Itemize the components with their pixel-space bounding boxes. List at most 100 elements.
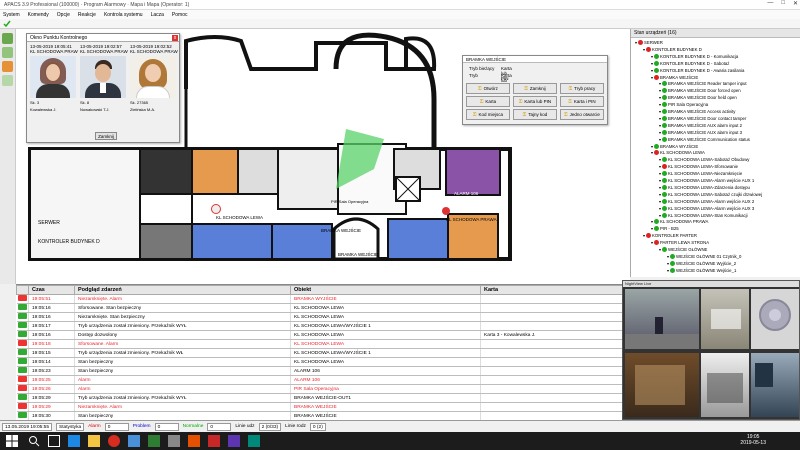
event-row[interactable]: 19:05:18 Sforsowane. Alarm KL SCHODOWA LEW… — [16, 339, 622, 349]
expand-icon[interactable]: ▾ — [659, 130, 661, 135]
menu-reakcje[interactable]: Reakcje — [78, 12, 96, 18]
expand-icon[interactable]: ▾ — [659, 81, 661, 86]
expand-icon[interactable]: ▾ — [651, 226, 653, 231]
expand-icon[interactable]: ▾ — [635, 40, 637, 45]
card-and-pin-button[interactable]: ⚿ Karta i PIN — [560, 96, 604, 107]
event-row[interactable]: 19:05:26 Alarm PIR Sala Operacyjna — [16, 384, 622, 394]
menu-system[interactable]: System — [3, 12, 20, 18]
event-row[interactable]: 19:05:17 Tryb urządzenia został zmieniony… — [16, 321, 622, 331]
expand-icon[interactable]: ▾ — [651, 61, 653, 66]
edge-icon[interactable] — [68, 435, 80, 447]
event-row[interactable]: 19:05:14 Stan bezpieczny KL SCHODOWA LEWA — [16, 357, 622, 367]
menu-kontrola-systemu[interactable]: Kontrola systemu — [104, 12, 143, 18]
col-icon[interactable] — [16, 285, 29, 295]
expand-icon[interactable]: ▾ — [659, 88, 661, 93]
expand-icon[interactable]: ▾ — [659, 185, 661, 190]
event-row[interactable]: 19:05:23 Stan bezpieczny ALARM 106 — [16, 366, 622, 376]
kl-lewa-label[interactable]: KL SCHODOWA LEWA — [216, 215, 263, 220]
app-icon[interactable] — [168, 435, 180, 447]
menu-pomoc[interactable]: Pomoc — [172, 12, 188, 18]
app-icon[interactable] — [108, 435, 120, 447]
checkpoint-close-icon[interactable]: x — [172, 35, 178, 41]
event-row[interactable]: 19:05:16 Dostęp dozwolony KL SCHODOWA LEWA… — [16, 330, 622, 340]
card-button[interactable]: ⚿ Karta — [466, 96, 510, 107]
col-time[interactable]: Czas — [28, 285, 75, 295]
taskbar-clock[interactable]: 19:05 2019-05-13 — [740, 434, 766, 446]
expand-icon[interactable]: ▾ — [659, 178, 661, 183]
map-tool-icon[interactable] — [2, 33, 13, 44]
expand-icon[interactable]: ▾ — [659, 102, 661, 107]
kl-prawa-label[interactable]: KL SCHODOWA PRAWA — [446, 217, 497, 222]
expand-icon[interactable]: ▾ — [651, 144, 653, 149]
expand-icon[interactable]: ▾ — [667, 254, 669, 259]
checkpoint-close-button[interactable]: Zamknij — [95, 132, 117, 140]
col-card[interactable]: Karta — [480, 285, 622, 295]
windows-start-icon[interactable] — [6, 435, 18, 447]
alarm-tool-icon[interactable] — [2, 61, 13, 72]
camera-feed-2[interactable] — [701, 289, 749, 349]
secret-code-button[interactable]: ⚿ Tajny kod — [513, 109, 557, 120]
expand-icon[interactable]: ▾ — [659, 137, 661, 142]
explorer-icon[interactable] — [88, 435, 100, 447]
app-icon[interactable] — [248, 435, 260, 447]
task-view-icon[interactable] — [48, 435, 60, 447]
door-sensor-icon[interactable] — [442, 207, 450, 215]
camera-feed-5[interactable] — [751, 353, 799, 417]
expand-icon[interactable]: ▾ — [651, 219, 653, 224]
event-row[interactable]: 19:05:25 Alarm ALARM 106 — [16, 375, 622, 385]
bramka-label[interactable]: BRAMKA WEJŚCIE — [321, 228, 361, 233]
event-row[interactable]: 19:05:15 Tryb urządzenia został zmieniony… — [16, 348, 622, 358]
apacs-icon[interactable] — [148, 435, 160, 447]
single-open-button[interactable]: ⚿ Jedno otwarcie — [560, 109, 604, 120]
close-door-button[interactable]: ⚿ Zamknij — [513, 83, 557, 94]
ptz-control[interactable] — [751, 289, 799, 349]
app-icon[interactable] — [188, 435, 200, 447]
event-row[interactable]: 19:05:29 Niezamknięte. Alarm BRAMKA WEJŚCI… — [16, 402, 622, 412]
event-row[interactable]: 19:05:30 Stan bezpieczny BRAMKA WEJŚCIE — [16, 411, 622, 420]
expand-icon[interactable]: ▾ — [651, 150, 653, 155]
expand-icon[interactable]: ▾ — [643, 47, 645, 52]
expand-icon[interactable]: ▾ — [667, 261, 669, 266]
expand-icon[interactable]: ▾ — [651, 68, 653, 73]
app-icon[interactable] — [208, 435, 220, 447]
maximize-button[interactable]: □ — [781, 0, 785, 7]
col-event[interactable]: Podgląd zdarzeń — [74, 285, 291, 295]
search-icon[interactable] — [28, 435, 40, 447]
expand-icon[interactable]: ▾ — [659, 192, 661, 197]
expand-icon[interactable]: ▾ — [659, 123, 661, 128]
expand-icon[interactable]: ▾ — [667, 268, 669, 273]
app-icon[interactable] — [128, 435, 140, 447]
minimize-button[interactable]: — — [767, 0, 773, 7]
statistics-button[interactable]: Statystyka — [56, 422, 85, 431]
expand-icon[interactable]: ▾ — [651, 240, 653, 245]
tree-node[interactable]: ▾ WEJŚCIE GŁÓWNE Wejście_1 — [667, 267, 736, 274]
event-row[interactable]: 19:05:29 Tryb urządzenia został zmieniony… — [16, 393, 622, 403]
layers-tool-icon[interactable] — [2, 47, 13, 58]
expand-icon[interactable]: ▾ — [651, 75, 653, 80]
expand-icon[interactable]: ▾ — [659, 164, 661, 169]
alarm-106-label[interactable]: ALARM 106 — [454, 191, 478, 196]
expand-icon[interactable]: ▾ — [659, 213, 661, 218]
camera-feed-4[interactable] — [701, 353, 749, 417]
menu-komendy[interactable]: Komendy — [28, 12, 49, 18]
zoom-tool-icon[interactable] — [2, 75, 13, 86]
menu-opcje[interactable]: Opcje — [57, 12, 70, 18]
event-row[interactable]: 19:05:16 Niezamknięte. Stan bezpieczny KL … — [16, 312, 622, 322]
event-row[interactable]: 19:05:16 Sforsowane. Stan bezpieczny KL SC… — [16, 303, 622, 313]
site-code-button[interactable]: ⚿ Kod miejsca — [466, 109, 510, 120]
controller-label[interactable]: KONTROLER BUDYNEK D — [38, 239, 100, 245]
menu-lacza[interactable]: Lacza — [151, 12, 164, 18]
event-row[interactable]: 19:05:51 Niezamknięte. Alarm BRAMKA WYJŚCI… — [16, 294, 622, 304]
expand-icon[interactable]: ▾ — [651, 54, 653, 59]
expand-icon[interactable]: ▾ — [643, 233, 645, 238]
expand-icon[interactable]: ▾ — [659, 171, 661, 176]
expand-icon[interactable]: ▾ — [659, 247, 661, 252]
app-icon[interactable] — [228, 435, 240, 447]
expand-icon[interactable]: ▾ — [659, 157, 661, 162]
check-icon[interactable] — [3, 20, 11, 28]
expand-icon[interactable]: ▾ — [659, 95, 661, 100]
bramka-wyjscie-label[interactable]: BRAMKA WEJŚCIE — [338, 252, 378, 257]
card-or-pin-button[interactable]: ⚿ Karta lub PIN — [513, 96, 557, 107]
close-window-button[interactable]: ✕ — [793, 0, 798, 7]
door-sensor-icon[interactable] — [211, 204, 221, 214]
